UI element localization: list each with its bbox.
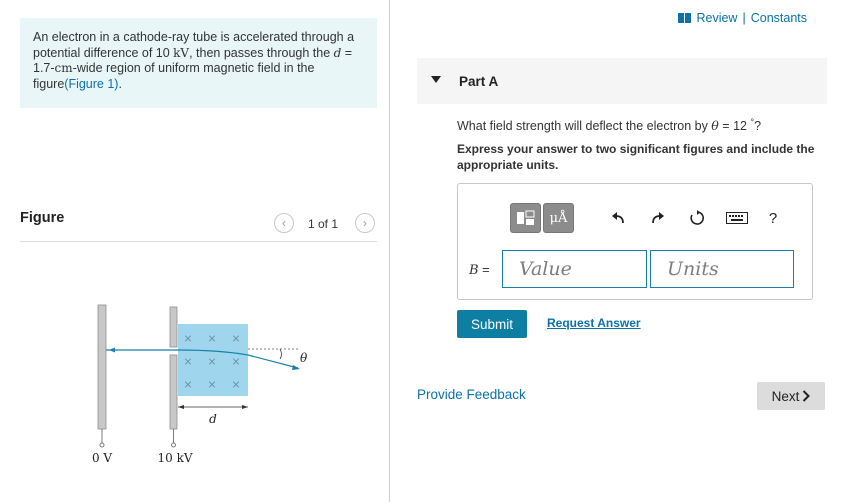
width-arrow-left (178, 405, 184, 409)
help-icon: ? (768, 209, 778, 227)
templates-button[interactable] (510, 203, 541, 233)
electron-arrow-left (109, 347, 115, 353)
provide-feedback-link[interactable]: Provide Feedback (417, 387, 526, 402)
units-placeholder: Units (667, 258, 719, 280)
figure-prev-button[interactable]: ‹ (274, 213, 294, 233)
electron-arrow-right (292, 365, 300, 370)
reset-button[interactable] (686, 203, 708, 233)
field-x-marks: × × × × × × × × × (183, 332, 240, 391)
variable-b: B (469, 263, 479, 278)
units-input[interactable]: Units (650, 250, 794, 288)
field-x-mark: × (231, 332, 240, 345)
theta-symbol: θ (711, 118, 719, 134)
answer-instructions: Express your answer to two significant f… (457, 142, 815, 172)
figure-pager: 1 of 1 (308, 217, 339, 231)
answer-variable-label: B = (469, 262, 490, 278)
right-plate-lower (169, 354, 178, 430)
figure-divider (20, 241, 377, 242)
left-plate (97, 304, 107, 430)
part-a-title[interactable]: Part A (459, 74, 498, 89)
keyboard-icon (726, 212, 748, 224)
unit-kv: kV (173, 45, 190, 60)
field-x-mark: × (231, 355, 240, 368)
undo-button[interactable] (608, 203, 628, 233)
redo-button[interactable] (648, 203, 668, 233)
figure-title: Figure (20, 210, 65, 226)
collapse-triangle-icon[interactable] (431, 76, 441, 83)
left-plate-voltage: 0 V (92, 451, 112, 465)
constants-link[interactable]: Constants (751, 11, 807, 25)
chevron-right-icon (803, 390, 811, 402)
problem-statement: An electron in a cathode-ray tube is acc… (20, 18, 377, 108)
redo-icon (652, 212, 664, 224)
right-plate-upper (169, 306, 178, 348)
next-button[interactable]: Next (757, 382, 825, 410)
question-end: ? (754, 119, 762, 134)
field-x-mark: × (231, 378, 240, 391)
help-button[interactable]: ? (764, 203, 782, 233)
field-x-mark: × (183, 332, 192, 345)
width-arrow-right (242, 405, 248, 409)
units-button[interactable]: μÅ (543, 203, 574, 233)
field-x-mark: × (207, 355, 216, 368)
header-separator: | (742, 11, 746, 25)
question-text: What field strength will deflect the ele… (457, 117, 761, 133)
left-terminal (99, 442, 105, 448)
angle-label: θ (300, 351, 308, 365)
header-links: Review | Constants (678, 11, 807, 25)
templates-icon (516, 210, 534, 225)
book-icon (678, 13, 692, 23)
unit-cm: cm (54, 61, 73, 75)
submit-button[interactable]: Submit (457, 310, 527, 338)
field-x-mark: × (207, 378, 216, 391)
field-x-mark: × (183, 378, 192, 391)
panel-divider[interactable] (389, 0, 390, 502)
right-plate-voltage: 10 kV (157, 451, 192, 465)
figure-link[interactable]: (Figure 1) (64, 77, 118, 91)
figure-diagram: × × × × × × × × × θ d 0 V 10 kV (92, 304, 308, 465)
units-icon: μÅ (549, 210, 568, 226)
keyboard-button[interactable] (724, 203, 750, 233)
figure-next-button[interactable]: › (355, 213, 375, 233)
problem-text: , then passes through the (189, 45, 334, 60)
field-x-mark: × (207, 332, 216, 345)
width-label: d (209, 412, 217, 426)
question-value: = 12 (718, 119, 751, 134)
review-link[interactable]: Review (696, 11, 737, 25)
chevron-left-icon: ‹ (282, 216, 286, 230)
equals-sign: = (478, 262, 490, 277)
chevron-right-icon: › (363, 216, 367, 230)
question-prefix: What field strength will deflect the ele… (457, 119, 712, 134)
next-label: Next (771, 388, 800, 404)
field-x-mark: × (183, 355, 192, 368)
right-terminal (171, 442, 176, 448)
value-input[interactable]: Value (502, 250, 647, 288)
problem-text: . (118, 76, 122, 91)
angle-arc (279, 348, 282, 360)
reset-icon (690, 210, 704, 225)
value-placeholder: Value (519, 258, 572, 280)
undo-icon (612, 212, 624, 224)
request-answer-link[interactable]: Request Answer (547, 316, 641, 330)
